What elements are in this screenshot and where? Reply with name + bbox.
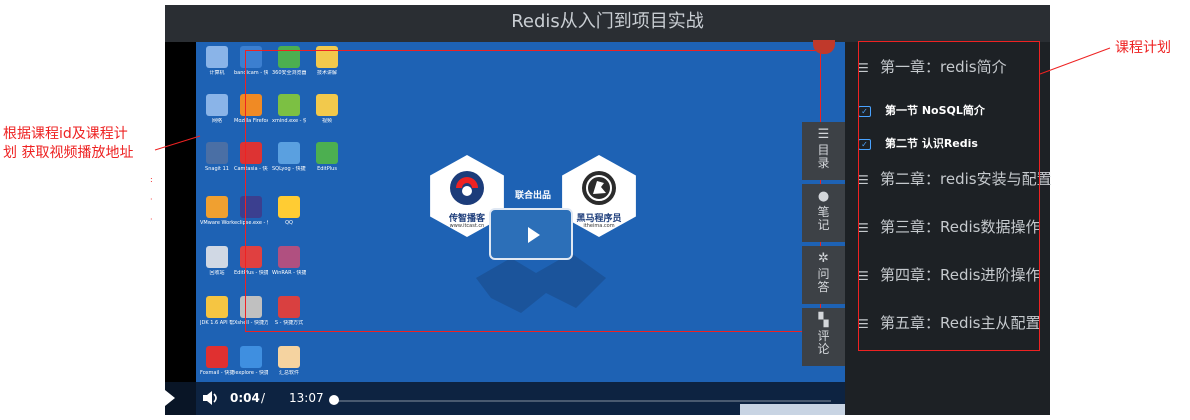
desktop-icon-label: VMware Workstation: [200, 220, 234, 226]
annotation-plan-box: [858, 41, 1040, 351]
side-tab-label: 笔记: [817, 205, 830, 232]
desktop-icon-label: iexplore - 快捷方式: [234, 370, 268, 376]
desktop-icon-snagit: Snagit 11: [200, 142, 234, 190]
screenshot-stage: 根据课程id及课程计 划 获取视频播放地址 : · · 课程计划 Redis从入门到…: [0, 0, 1190, 420]
annotation-video-url: 根据课程id及课程计 划 获取视频播放地址: [3, 125, 158, 163]
ie-icon: [240, 346, 262, 368]
desktop-icon-vmware: VMware Workstation: [200, 196, 234, 244]
help-icon: [206, 296, 228, 318]
video-area[interactable]: 计算机bandicam - 快捷方式360安全浏览器技术讲解网络Mozilla …: [165, 40, 845, 415]
volume-icon[interactable]: [201, 389, 221, 407]
side-tab-gear[interactable]: ✲ 问答: [802, 246, 845, 304]
annotation-left-line2: 划 获取视频播放地址: [3, 145, 134, 161]
course-title: Redis从入门到项目实战: [165, 5, 1050, 42]
gear-icon: ✲: [818, 251, 829, 266]
foxmail-icon: [206, 346, 228, 368]
progress-knob[interactable]: [328, 395, 339, 405]
desktop-icon-label: 回收站: [209, 270, 225, 276]
snagit-icon: [206, 142, 228, 164]
recycle-icon: [206, 246, 228, 268]
avatar-icon: [278, 346, 300, 368]
side-tab-label: 评论: [817, 329, 830, 356]
side-tab-comment[interactable]: ▚ 评论: [802, 308, 845, 366]
current-time: 0:04: [230, 391, 260, 405]
side-tab-label: 目录: [817, 143, 830, 170]
play-icon: [165, 390, 175, 406]
annotation-left-line1: 根据课程id及课程计: [3, 126, 128, 142]
progress-bar[interactable]: [331, 400, 831, 402]
vmware-icon: [206, 196, 228, 218]
desktop-icon-help: JDK 1.6 API 帮助文档: [200, 296, 234, 344]
side-tab-catalog[interactable]: ☰ 目录: [802, 122, 845, 180]
side-tab-label: 问答: [817, 267, 830, 294]
comment-icon: ▚: [818, 313, 829, 328]
side-tab-user[interactable]: ● 笔记: [802, 184, 845, 242]
time-separator: /: [261, 391, 266, 405]
desktop-icon-network: 网络: [200, 94, 234, 142]
desktop-icon-label: Snagit 11: [205, 166, 229, 172]
desktop-icon-label: 计算机: [209, 70, 225, 76]
desktop-icon-label: Foxmail - 快捷方式: [200, 370, 234, 376]
desktop-icon-label: 网络: [211, 118, 222, 124]
user-icon: ●: [817, 189, 830, 204]
recorded-desktop: 计算机bandicam - 快捷方式360安全浏览器技术讲解网络Mozilla …: [196, 42, 845, 415]
catalog-icon: ☰: [817, 127, 830, 142]
desktop-icon-computer: 计算机: [200, 46, 234, 94]
computer-icon: [206, 46, 228, 68]
video-control-bar: 0:04 / 13:07: [165, 382, 845, 415]
desktop-taskbar-tray: [740, 404, 845, 415]
network-icon: [206, 94, 228, 116]
desktop-icon-label: 汇总软件: [278, 370, 299, 376]
desktop-icon-label: JDK 1.6 API 帮助文档: [200, 320, 234, 326]
desktop-icon-recycle: 回收站: [200, 246, 234, 294]
side-tab-bar: ☰ 目录 ● 笔记 ✲ 问答 ▚ 评论: [802, 122, 845, 370]
annotation-dots: : · ·: [150, 175, 153, 224]
annotation-video-box: [245, 50, 821, 332]
play-pause-button[interactable]: [165, 390, 177, 406]
duration: 13:07: [289, 391, 324, 405]
annotation-course-plan: 课程计划: [1115, 40, 1171, 56]
